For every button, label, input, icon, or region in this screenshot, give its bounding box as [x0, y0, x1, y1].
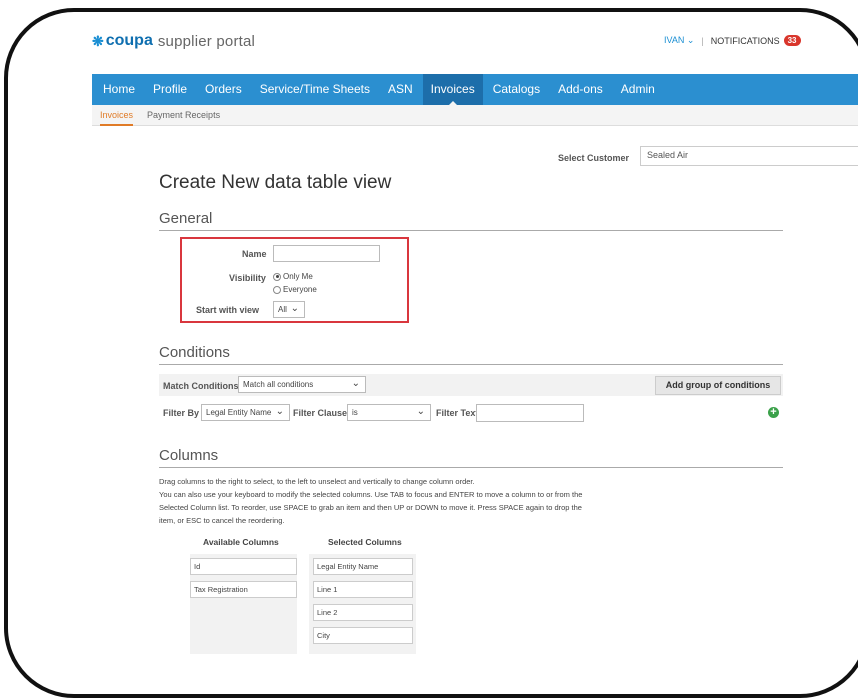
coupa-logo[interactable]: ❋ coupa supplier portal	[92, 32, 255, 50]
chevron-down-icon: ⌄	[275, 406, 284, 417]
visibility-option-only-me[interactable]: Only Me	[273, 272, 313, 281]
filter-clause-select[interactable]: is ⌄	[347, 404, 431, 421]
logo-text: supplier portal	[157, 32, 256, 50]
chevron-down-icon: ⌄	[290, 303, 299, 314]
filter-by-label: Filter By	[163, 408, 200, 418]
filter-clause-label: Filter Clause	[293, 408, 348, 418]
nav-catalogs[interactable]: Catalogs	[492, 74, 541, 105]
columns-instructions: Drag columns to the right to select, to …	[159, 477, 583, 525]
logo-brand: coupa	[105, 32, 153, 49]
notifications-link[interactable]: NOTIFICATIONS	[711, 36, 780, 46]
add-condition-icon[interactable]: +	[768, 407, 779, 418]
columns-heading: Columns	[159, 447, 783, 468]
subnav-invoices[interactable]: Invoices	[100, 105, 134, 126]
coupa-logo-icon: ❋	[92, 32, 104, 49]
select-customer-input[interactable]: Sealed Air	[640, 146, 858, 166]
page-title: Create New data table view	[159, 172, 392, 193]
nav-profile[interactable]: Profile	[152, 74, 188, 105]
chevron-down-icon: ⌄	[351, 378, 360, 389]
main-nav: Home Profile Orders Service/Time Sheets …	[92, 74, 858, 106]
start-with-view-label: Start with view	[196, 305, 260, 315]
name-input[interactable]	[273, 245, 380, 262]
nav-asn[interactable]: ASN	[387, 74, 414, 105]
subnav-payment-receipts[interactable]: Payment Receipts	[147, 105, 220, 126]
nav-home[interactable]: Home	[102, 74, 136, 105]
selected-column-item[interactable]: City	[313, 627, 413, 644]
page: ❋ coupa supplier portal IVAN ⌄ | NOTIFIC…	[92, 24, 858, 694]
nav-admin[interactable]: Admin	[620, 74, 656, 105]
nav-add-ons[interactable]: Add-ons	[557, 74, 604, 105]
nav-orders[interactable]: Orders	[204, 74, 243, 105]
radio-unselected-icon[interactable]	[273, 285, 281, 294]
available-columns-heading: Available Columns	[203, 537, 279, 547]
nav-invoices[interactable]: Invoices	[422, 74, 483, 106]
general-heading: General	[159, 210, 783, 231]
filter-by-select[interactable]: Legal Entity Name ⌄	[201, 404, 290, 421]
chevron-down-icon: ⌄	[686, 35, 695, 45]
notifications-count-badge[interactable]: 33	[783, 35, 801, 46]
available-column-item[interactable]: Tax Registration	[190, 581, 297, 598]
user-menu[interactable]: IVAN ⌄	[664, 35, 694, 46]
visibility-label: Visibility	[229, 273, 266, 283]
select-customer-label: Select Customer	[558, 153, 630, 163]
radio-selected-icon[interactable]	[273, 272, 281, 281]
selected-column-item[interactable]: Legal Entity Name	[313, 558, 413, 575]
selected-columns-heading: Selected Columns	[328, 537, 402, 547]
filter-text-input[interactable]	[476, 404, 584, 422]
chevron-down-icon: ⌄	[416, 406, 425, 417]
screenshot-frame: ❋ coupa supplier portal IVAN ⌄ | NOTIFIC…	[4, 8, 858, 698]
match-conditions-select[interactable]: Match all conditions ⌄	[238, 376, 366, 393]
top-bar: ❋ coupa supplier portal IVAN ⌄ | NOTIFIC…	[92, 24, 858, 60]
nav-service-time-sheets[interactable]: Service/Time Sheets	[259, 74, 371, 105]
add-group-of-conditions-button[interactable]: Add group of conditions	[655, 376, 781, 395]
visibility-option-everyone[interactable]: Everyone	[273, 285, 317, 294]
selected-column-item[interactable]: Line 1	[313, 581, 413, 598]
filter-text-label: Filter Text	[436, 408, 479, 418]
name-label: Name	[242, 249, 267, 259]
conditions-heading: Conditions	[159, 344, 783, 365]
divider: |	[701, 35, 704, 46]
user-area: IVAN ⌄ | NOTIFICATIONS 33	[664, 35, 801, 46]
match-conditions-label: Match Conditions	[163, 381, 239, 391]
sub-nav: Invoices Payment Receipts	[92, 105, 858, 126]
available-column-item[interactable]: Id	[190, 558, 297, 575]
start-with-view-select[interactable]: All ⌄	[273, 301, 305, 318]
selected-column-item[interactable]: Line 2	[313, 604, 413, 621]
